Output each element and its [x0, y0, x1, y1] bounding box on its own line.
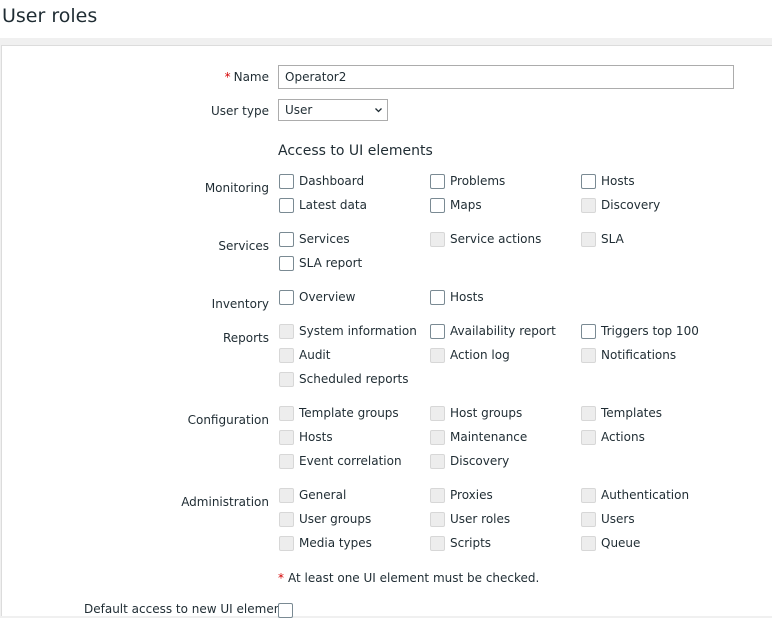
checkbox-reports-scheduled-reports [279, 372, 294, 387]
checkbox-label-administration-users: Users [601, 512, 635, 526]
checkbox-inventory-hosts[interactable] [430, 290, 445, 305]
checkbox-configuration-discovery [430, 454, 445, 469]
checkbox-label-reports-triggers-top-100[interactable]: Triggers top 100 [601, 324, 699, 338]
checkbox-label-configuration-templates: Templates [601, 406, 663, 420]
checkbox-label-reports-availability-report[interactable]: Availability report [450, 324, 556, 338]
checkbox-label-reports-system-information: System information [299, 324, 417, 338]
checkbox-label-configuration-hosts: Hosts [299, 430, 333, 444]
checkbox-label-monitoring-latest-data[interactable]: Latest data [299, 198, 367, 212]
default-access-label: Default access to new UI elements [84, 602, 293, 616]
checkbox-administration-authentication [581, 488, 596, 503]
checkbox-administration-users [581, 512, 596, 527]
checkbox-label-configuration-discovery: Discovery [450, 454, 510, 468]
group-label-administration: Administration [181, 495, 269, 509]
checkbox-administration-proxies [430, 488, 445, 503]
checkbox-monitoring-hosts[interactable] [581, 174, 596, 189]
name-input[interactable]: Operator2 [278, 65, 734, 89]
checkbox-label-administration-user-roles: User roles [450, 512, 511, 526]
validation-note: * At least one UI element must be checked… [278, 571, 540, 585]
checkbox-reports-audit [279, 348, 294, 363]
checkbox-services-services[interactable] [279, 232, 294, 247]
checkbox-configuration-templates [581, 406, 596, 421]
checkbox-label-reports-audit: Audit [299, 348, 331, 362]
checkbox-inventory-overview[interactable] [279, 290, 294, 305]
checkbox-services-service-actions [430, 232, 445, 247]
checkbox-label-monitoring-maps[interactable]: Maps [450, 198, 482, 212]
checkbox-monitoring-maps[interactable] [430, 198, 445, 213]
checkbox-label-services-service-actions: Service actions [450, 232, 542, 246]
checkbox-label-reports-action-log: Action log [450, 348, 510, 362]
checkbox-monitoring-latest-data[interactable] [279, 198, 294, 213]
checkbox-reports-availability-report[interactable] [430, 324, 445, 339]
checkbox-administration-user-groups [279, 512, 294, 527]
group-label-monitoring: Monitoring [204, 181, 269, 195]
checkbox-label-inventory-hosts[interactable]: Hosts [450, 290, 484, 304]
checkbox-label-services-sla: SLA [601, 232, 624, 246]
checkbox-configuration-template-groups [279, 406, 294, 421]
note-required-mark: * [278, 571, 284, 585]
chevron-down-icon [375, 108, 382, 113]
checkbox-label-inventory-overview[interactable]: Overview [299, 290, 356, 304]
checkbox-label-administration-media-types: Media types [299, 536, 372, 550]
name-label: * Name [224, 70, 269, 84]
checkbox-administration-media-types [279, 536, 294, 551]
checkbox-reports-system-information [279, 324, 294, 339]
checkbox-reports-notifications [581, 348, 596, 363]
checkbox-reports-triggers-top-100[interactable] [581, 324, 596, 339]
page-title: User roles [2, 5, 98, 27]
checkbox-configuration-host-groups [430, 406, 445, 421]
checkbox-configuration-hosts [279, 430, 294, 445]
checkbox-administration-user-roles [430, 512, 445, 527]
user-type-label: User type [211, 104, 269, 118]
checkbox-label-administration-scripts: Scripts [450, 536, 492, 550]
checkbox-label-configuration-event-correlation: Event correlation [299, 454, 402, 468]
user-type-select[interactable]: User [278, 99, 388, 121]
checkbox-label-administration-general: General [299, 488, 347, 502]
checkbox-services-sla-report[interactable] [279, 256, 294, 271]
checkbox-label-administration-queue: Queue [601, 536, 641, 550]
checkbox-label-administration-authentication: Authentication [601, 488, 690, 502]
checkbox-administration-general [279, 488, 294, 503]
group-label-configuration: Configuration [187, 413, 269, 427]
checkbox-administration-scripts [430, 536, 445, 551]
checkbox-label-reports-notifications: Notifications [601, 348, 677, 362]
checkbox-label-services-sla-report[interactable]: SLA report [299, 256, 362, 270]
checkbox-reports-action-log [430, 348, 445, 363]
checkbox-label-monitoring-hosts[interactable]: Hosts [601, 174, 635, 188]
checkbox-configuration-actions [581, 430, 596, 445]
group-label-services: Services [218, 239, 269, 253]
checkbox-monitoring-problems[interactable] [430, 174, 445, 189]
checkbox-label-reports-scheduled-reports: Scheduled reports [299, 372, 409, 386]
user-type-value: User [285, 103, 313, 117]
checkbox-label-configuration-maintenance: Maintenance [450, 430, 528, 444]
checkbox-administration-queue [581, 536, 596, 551]
checkbox-label-monitoring-discovery: Discovery [601, 198, 661, 212]
checkbox-label-services-services[interactable]: Services [299, 232, 350, 246]
checkbox-label-configuration-actions: Actions [601, 430, 645, 444]
page-header: User roles [0, 0, 772, 38]
required-mark: * [224, 70, 231, 84]
group-label-inventory: Inventory [211, 297, 269, 311]
checkbox-label-administration-proxies: Proxies [450, 488, 493, 502]
checkbox-monitoring-dashboard[interactable] [279, 174, 294, 189]
checkbox-label-monitoring-problems[interactable]: Problems [450, 174, 505, 188]
checkbox-label-administration-user-groups: User groups [299, 512, 372, 526]
section-heading: Access to UI elements [278, 143, 433, 159]
group-label-reports: Reports [222, 331, 269, 345]
checkbox-label-configuration-host-groups: Host groups [450, 406, 523, 420]
checkbox-monitoring-discovery [581, 198, 596, 213]
checkbox-configuration-maintenance [430, 430, 445, 445]
checkbox-configuration-event-correlation [279, 454, 294, 469]
default-access-checkbox[interactable] [278, 603, 293, 618]
checkbox-label-monitoring-dashboard[interactable]: Dashboard [299, 174, 364, 188]
checkbox-label-configuration-template-groups: Template groups [299, 406, 399, 420]
checkbox-services-sla [581, 232, 596, 247]
